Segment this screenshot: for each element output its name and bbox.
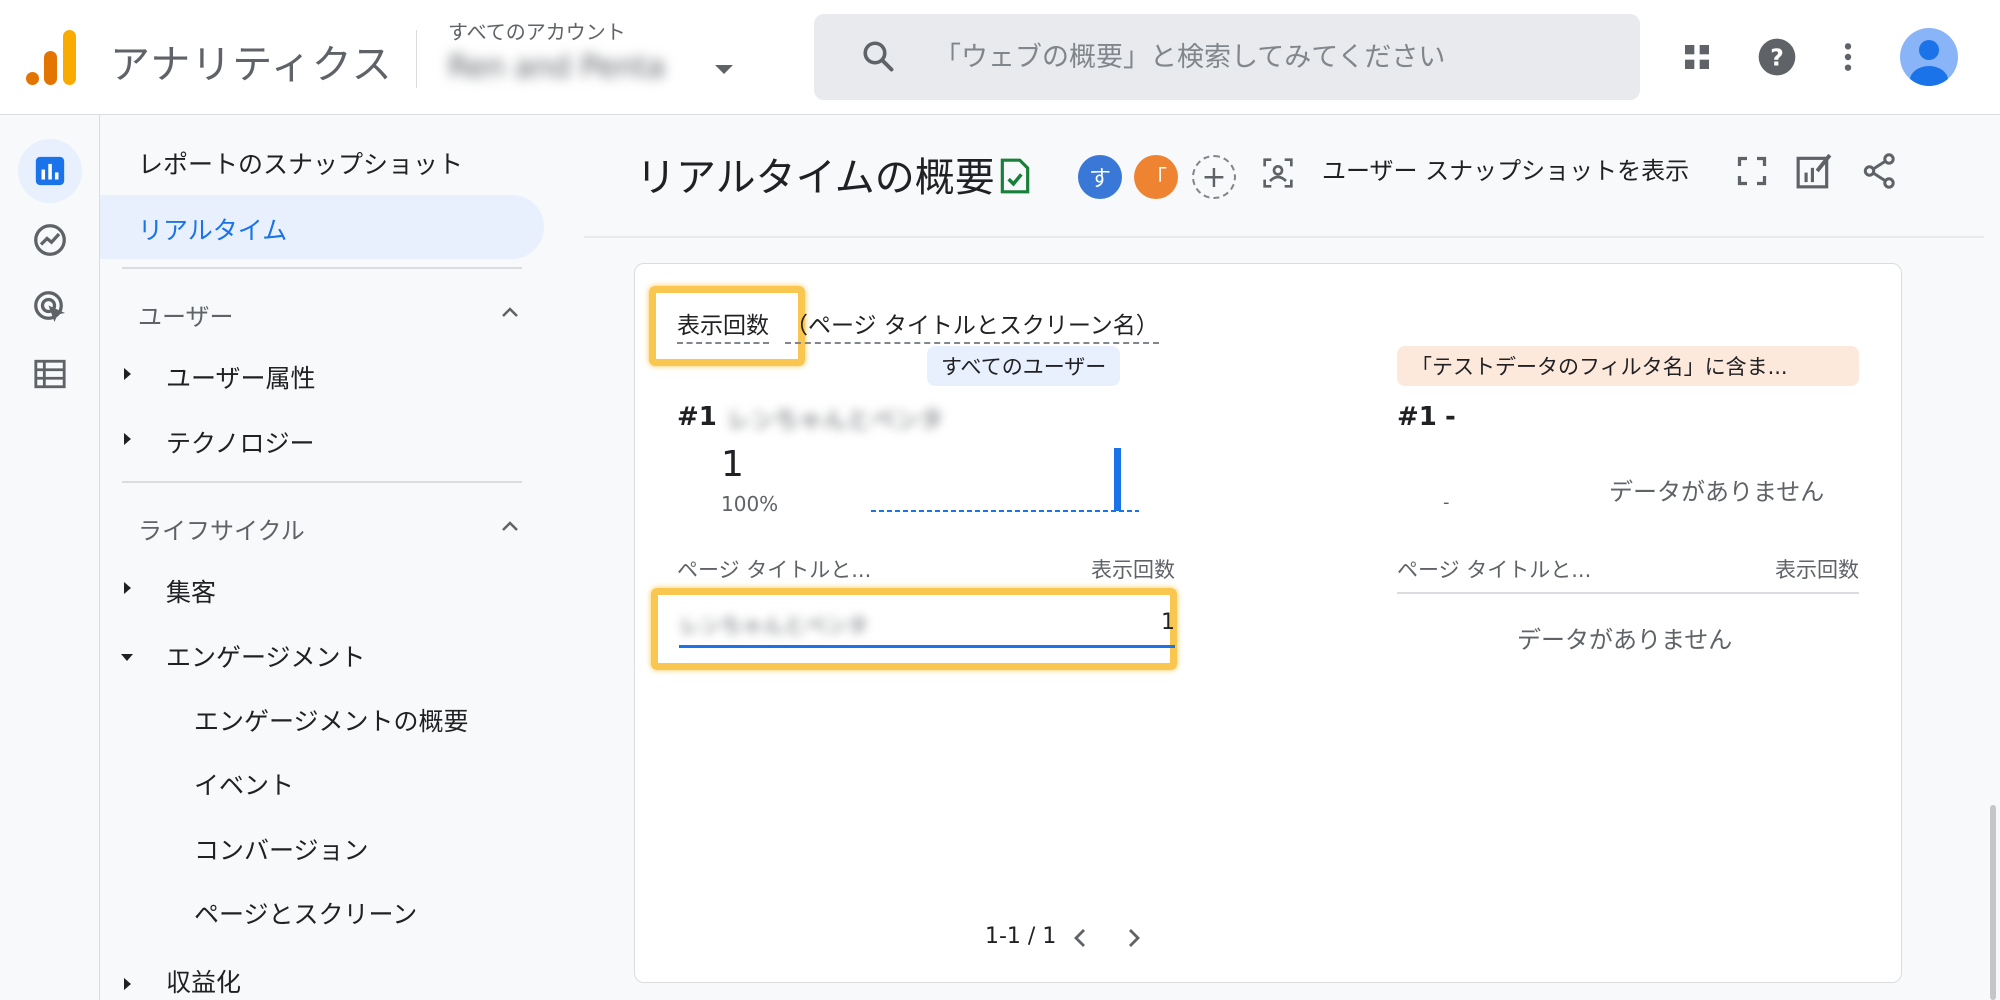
fullscreen-icon[interactable]: [1730, 149, 1774, 193]
customize-report-icon[interactable]: [1792, 149, 1836, 193]
app-title: アナリティクス: [110, 42, 393, 88]
sidebar-nav: レポートのスナップショット リアルタイム ユーザー ユーザー属性 テクノロジー …: [100, 115, 570, 1000]
expand-arrow-icon[interactable]: [124, 582, 131, 594]
sidebar-item-pages-screens[interactable]: ページとスクリーン: [194, 895, 417, 931]
per-minute-sparkline: [871, 448, 1139, 512]
sidebar-item-snapshot[interactable]: レポートのスナップショット: [138, 145, 463, 181]
comparison-chip-test-filter[interactable]: 「: [1134, 155, 1178, 199]
collapse-arrow-icon[interactable]: [121, 654, 133, 661]
sidebar-item-technology[interactable]: テクノロジー: [166, 424, 315, 460]
pagination-label: 1-1 / 1: [985, 924, 1057, 949]
sidebar-item-monetization[interactable]: 収益化: [166, 963, 241, 999]
expand-arrow-icon[interactable]: [124, 368, 131, 380]
column-header-metric: 表示回数: [1775, 558, 1859, 582]
top-bar: アナリティクス すべてのアカウント Ren and Penta ?: [0, 0, 2000, 115]
more-vert-icon[interactable]: [1823, 32, 1873, 82]
segment-chip-test-filter: 「テストデータのフィルタ名」に含ま...: [1397, 346, 1859, 386]
section-user[interactable]: ユーザー: [138, 297, 234, 332]
row-value: 1: [1161, 610, 1175, 635]
svg-text:?: ?: [1770, 43, 1784, 71]
column-header-dimension: ページ タイトルと...: [677, 558, 872, 582]
sidebar-item-engagement[interactable]: エンゲージメント: [166, 638, 366, 674]
account-label: すべてのアカウント: [448, 20, 626, 44]
sidebar-item-conversions[interactable]: コンバージョン: [194, 831, 369, 867]
expand-arrow-icon[interactable]: [124, 433, 131, 445]
row-page-title: レンちゃんとペンタ: [679, 614, 868, 638]
sidebar-item-engagement-overview[interactable]: エンゲージメントの概要: [194, 702, 469, 738]
add-comparison-button[interactable]: +: [1192, 155, 1236, 199]
empty-value-dash: -: [1443, 492, 1450, 513]
sidebar-item-acquisition[interactable]: 集客: [166, 573, 216, 609]
row-value-bar: [679, 645, 1175, 648]
reports-icon[interactable]: [18, 139, 82, 203]
advertising-icon[interactable]: [18, 275, 82, 339]
views-by-page-title-card: 表示回数 （ページ タイトルとスクリーン名） すべてのユーザー #1 レンちゃん…: [634, 263, 1902, 983]
help-icon[interactable]: ?: [1752, 32, 1802, 82]
analytics-logo[interactable]: [26, 30, 76, 85]
user-snapshot-button[interactable]: ユーザー スナップショットを表示: [1322, 151, 1689, 186]
chevron-up-icon[interactable]: [498, 515, 522, 539]
dimension-selector[interactable]: （ページ タイトルとスクリーン名）: [785, 306, 1159, 344]
segment-chip-all-users: すべてのユーザー: [927, 346, 1121, 386]
column-header-metric: 表示回数: [1091, 558, 1175, 582]
search-input[interactable]: [934, 14, 1614, 100]
top-item-name: レンちゃんとペンタ: [727, 406, 943, 434]
explore-icon[interactable]: [18, 208, 82, 272]
rank-label: #1: [677, 402, 717, 432]
sidebar-item-label: リアルタイム: [138, 216, 288, 245]
sidebar-item-events[interactable]: イベント: [194, 766, 294, 802]
header-divider: [416, 30, 417, 88]
no-data-message: データがありません: [1517, 626, 1733, 654]
search-icon: [863, 41, 894, 72]
section-lifecycle[interactable]: ライフサイクル: [138, 511, 305, 546]
no-data-message: データがありません: [1609, 478, 1825, 506]
expand-arrow-icon[interactable]: [124, 978, 131, 990]
left-rail: [0, 115, 100, 1000]
metric-selector[interactable]: 表示回数: [677, 306, 769, 344]
account-dropdown-icon[interactable]: [715, 65, 733, 74]
configure-icon[interactable]: [18, 342, 82, 406]
scrollbar[interactable]: [1990, 805, 1996, 1000]
sidebar-item-user-attributes[interactable]: ユーザー属性: [166, 359, 316, 395]
verified-report-icon[interactable]: [998, 157, 1032, 195]
top-item-percent: 100%: [721, 492, 779, 516]
share-icon[interactable]: [1858, 149, 1902, 193]
account-avatar[interactable]: [1900, 28, 1958, 86]
search-bar[interactable]: [814, 14, 1640, 100]
rank-label: #1: [1397, 402, 1437, 432]
page-title: リアルタイムの概要: [636, 155, 995, 201]
top-item-value: 1: [721, 444, 744, 485]
comparison-chip-all-users[interactable]: す: [1078, 155, 1122, 199]
column-header-dimension: ページ タイトルと...: [1397, 558, 1592, 582]
account-name[interactable]: Ren and Penta: [448, 50, 665, 85]
nav-divider: [122, 267, 522, 269]
sidebar-item-realtime[interactable]: リアルタイム: [100, 195, 544, 259]
table-divider: [1397, 592, 1859, 594]
apps-grid-icon[interactable]: [1672, 32, 1722, 82]
nav-divider: [122, 481, 522, 483]
header-divider: [584, 236, 1984, 238]
rank-dash: -: [1445, 402, 1456, 432]
chevron-up-icon[interactable]: [498, 301, 522, 325]
main-content: リアルタイムの概要 す 「 + ユーザー スナップショットを表示 表示回数 （ペ…: [570, 115, 2000, 1000]
chevron-right-icon[interactable]: [1121, 926, 1145, 950]
chevron-left-icon[interactable]: [1069, 926, 1093, 950]
user-snapshot-icon[interactable]: [1262, 157, 1294, 189]
